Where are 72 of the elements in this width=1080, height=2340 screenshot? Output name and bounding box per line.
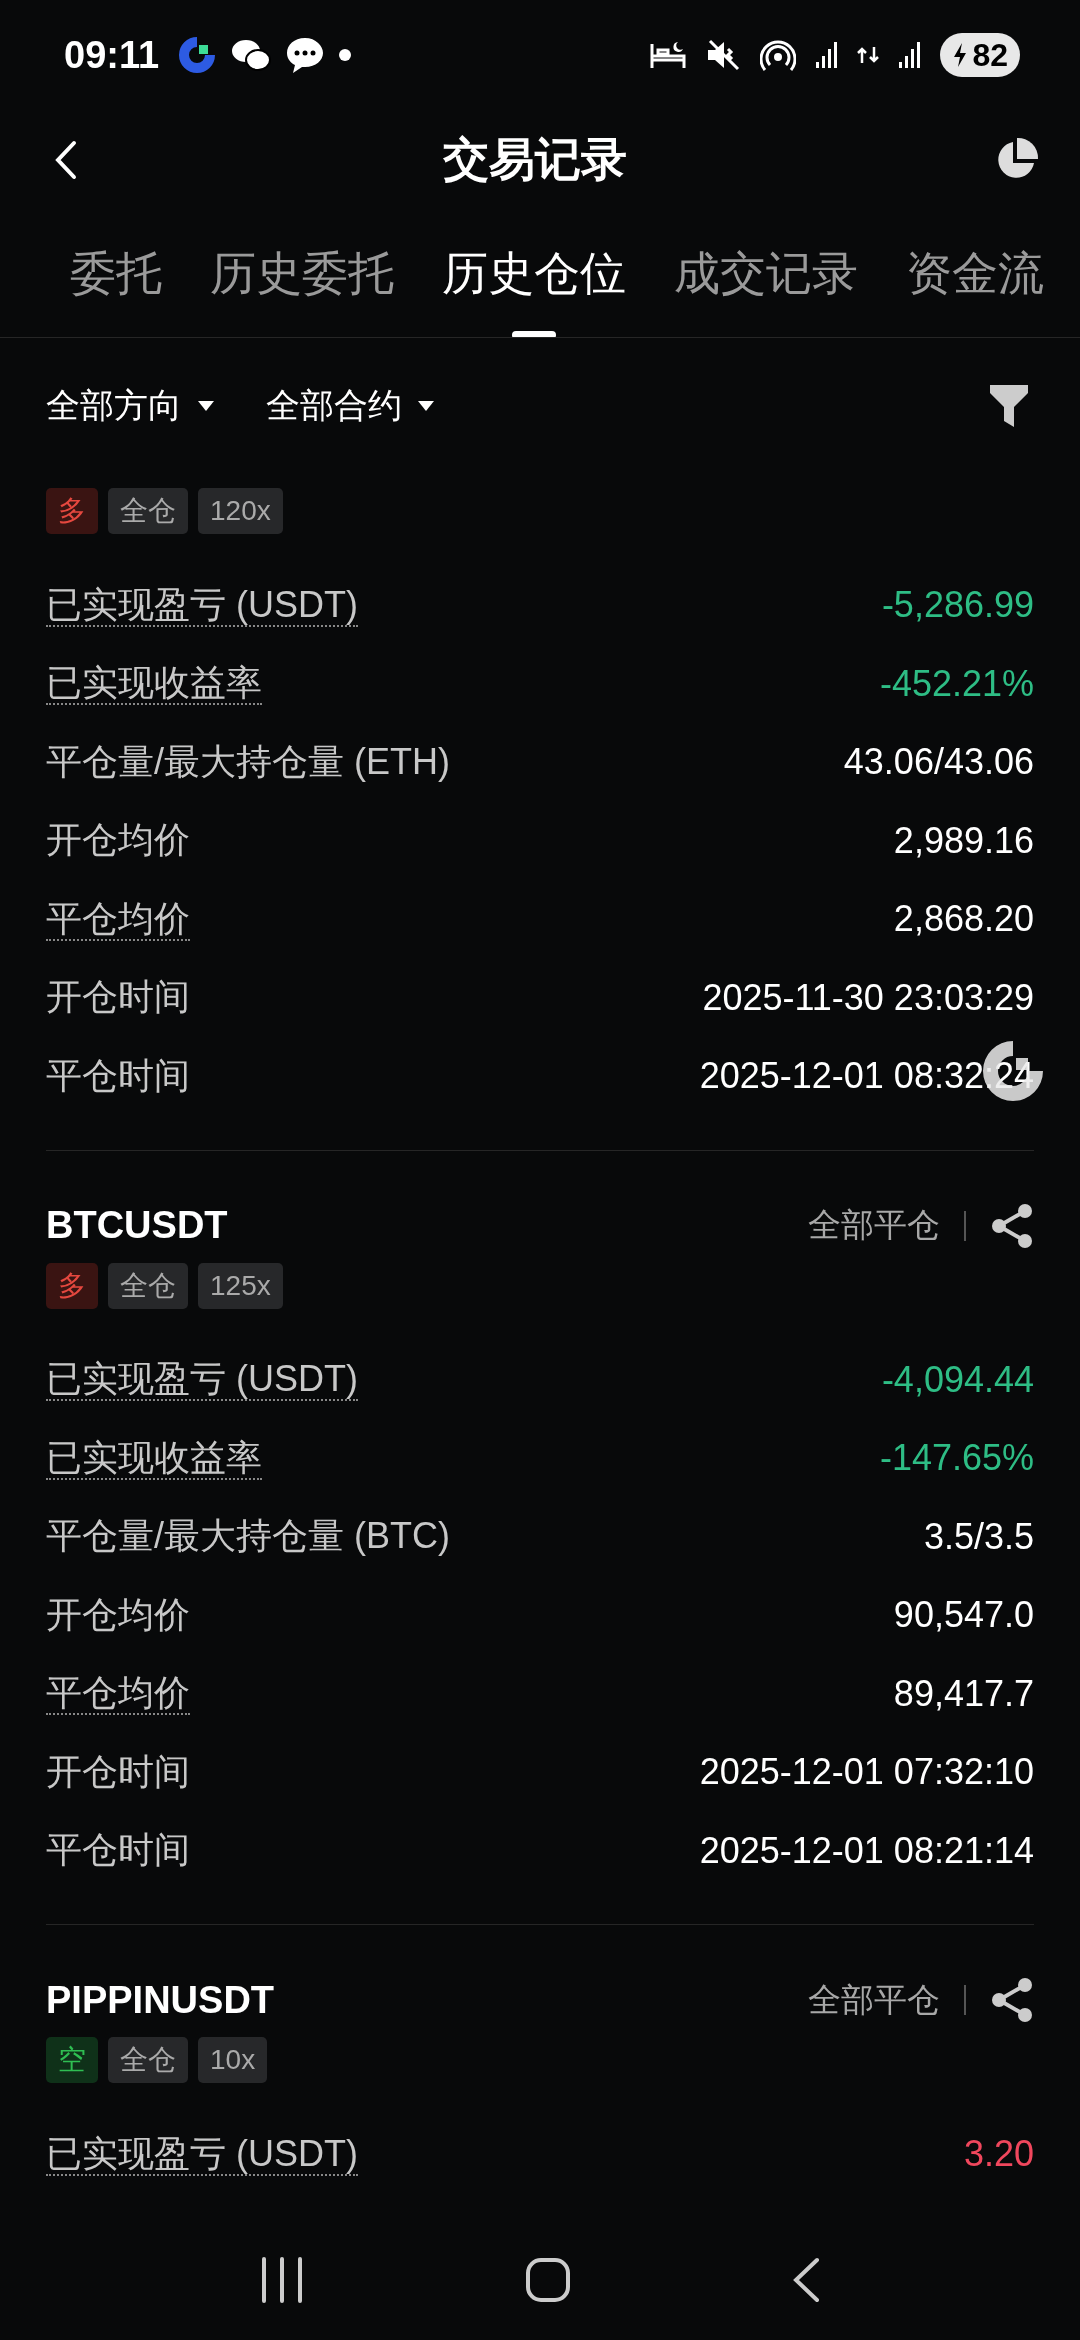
share-icon[interactable] bbox=[990, 1977, 1034, 2023]
tab[interactable]: 委托 bbox=[70, 242, 162, 305]
tag: 全仓 bbox=[108, 488, 188, 534]
recent-apps-icon[interactable] bbox=[260, 2257, 305, 2303]
tab[interactable]: 历史委托 bbox=[210, 242, 394, 305]
clock-time: 09:11 bbox=[64, 33, 160, 77]
app-ring-icon bbox=[177, 35, 218, 75]
field-value: 2025-12-01 07:32:10 bbox=[699, 1751, 1034, 1794]
tab-indicator bbox=[512, 330, 556, 337]
caret-icon bbox=[198, 400, 214, 411]
field-value: 90,547.0 bbox=[893, 1594, 1034, 1637]
signal-icon bbox=[816, 42, 838, 68]
tag: 多 bbox=[46, 488, 98, 534]
field-value: 43.06/43.06 bbox=[843, 741, 1034, 784]
caret-icon bbox=[418, 400, 434, 411]
contract-symbol: PIPPINUSDT bbox=[46, 1978, 275, 2022]
dropdown[interactable]: 全部合约 bbox=[266, 382, 434, 429]
back-icon[interactable] bbox=[791, 2257, 820, 2303]
chat-bubbles-icon bbox=[231, 37, 272, 73]
field-value: -4,094.44 bbox=[881, 1358, 1034, 1401]
tag: 125x bbox=[198, 1262, 283, 1309]
field-label: 平仓量/最大持仓量 (BTC) bbox=[46, 1514, 450, 1559]
tab[interactable]: 成交记录 bbox=[674, 242, 858, 305]
battery-indicator: 82 bbox=[940, 33, 1020, 77]
field-value: 2,868.20 bbox=[893, 898, 1034, 941]
mute-icon bbox=[706, 39, 741, 71]
back-icon[interactable] bbox=[54, 140, 78, 180]
field-label: 平仓时间 bbox=[46, 1828, 190, 1873]
contract-symbol: BTCUSDT bbox=[46, 1204, 228, 1247]
field-value: 89,417.7 bbox=[893, 1672, 1034, 1715]
field-label: 平仓均价 bbox=[46, 1672, 190, 1716]
field-value: 2,989.16 bbox=[893, 819, 1034, 862]
close-type-label: 全部平仓 bbox=[808, 1979, 940, 2020]
tag: 120x bbox=[198, 488, 283, 534]
message-icon bbox=[285, 36, 326, 74]
field-label: 开仓时间 bbox=[46, 975, 190, 1020]
field-label: 已实现收益率 bbox=[46, 1436, 262, 1480]
close-type-label: 全部平仓 bbox=[808, 1205, 940, 1245]
tab[interactable]: 资金流 bbox=[906, 242, 1044, 305]
tag: 空 bbox=[46, 2037, 98, 2083]
field-value: -5,286.99 bbox=[881, 584, 1034, 627]
field-value: -452.21% bbox=[879, 662, 1034, 705]
signal-icon bbox=[899, 42, 921, 68]
field-label: 平仓量/最大持仓量 (ETH) bbox=[46, 739, 450, 784]
field-label: 开仓均价 bbox=[46, 1592, 190, 1637]
home-icon[interactable] bbox=[525, 2257, 571, 2303]
field-label: 平仓均价 bbox=[46, 897, 190, 941]
tag: 多 bbox=[46, 1262, 98, 1309]
field-label: 开仓均价 bbox=[46, 818, 190, 863]
tag: 全仓 bbox=[108, 1262, 188, 1309]
tag: 全仓 bbox=[108, 2037, 188, 2083]
field-label: 已实现盈亏 (USDT) bbox=[46, 2132, 358, 2176]
dot-icon bbox=[339, 49, 352, 61]
field-label: 已实现盈亏 (USDT) bbox=[46, 1358, 358, 1402]
share-icon[interactable] bbox=[990, 1202, 1034, 1249]
tab[interactable]: 历史仓位 bbox=[442, 242, 626, 305]
dropdown[interactable]: 全部方向 bbox=[46, 382, 214, 429]
field-label: 平仓时间 bbox=[46, 1053, 190, 1098]
field-value: -147.65% bbox=[879, 1437, 1034, 1480]
field-value: 3.20 bbox=[963, 2133, 1034, 2176]
field-value: 2025-12-01 08:21:14 bbox=[699, 1829, 1034, 1872]
bed-icon bbox=[650, 40, 687, 70]
data-arrows-icon bbox=[857, 47, 880, 63]
field-value: 3.5/3.5 bbox=[923, 1515, 1034, 1558]
filter-icon[interactable] bbox=[990, 384, 1028, 427]
field-value: 2025-11-30 23:03:29 bbox=[702, 976, 1034, 1019]
bolt-icon bbox=[952, 42, 969, 68]
field-label: 已实现盈亏 (USDT) bbox=[46, 583, 358, 627]
field-label: 已实现收益率 bbox=[46, 662, 262, 706]
tag: 10x bbox=[198, 2037, 268, 2083]
field-label: 开仓时间 bbox=[46, 1749, 190, 1794]
page-title: 交易记录 bbox=[443, 132, 627, 187]
